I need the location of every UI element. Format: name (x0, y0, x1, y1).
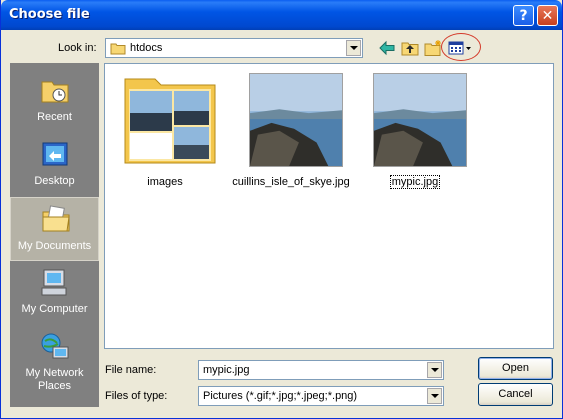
dialog-title: Choose file (9, 7, 90, 22)
files-of-type-label: Files of type: (105, 390, 168, 402)
highlight-circle (441, 33, 481, 61)
choose-file-dialog: Choose file ? ✕ Look in: htdocs Recent D… (0, 0, 563, 419)
look-in-value: htdocs (130, 42, 163, 54)
up-one-level-icon[interactable] (401, 39, 419, 57)
file-list-view[interactable]: images cuillins_isle_of_skye.jpg mypic.j… (104, 63, 554, 349)
title-bar[interactable]: Choose file ? ✕ (1, 0, 562, 30)
cancel-button[interactable]: Cancel (478, 383, 553, 406)
file-name-label: File name: (105, 364, 157, 376)
place-recent[interactable]: Recent (10, 69, 99, 133)
file-name-dropdown-arrow[interactable] (427, 362, 442, 378)
place-desktop[interactable]: Desktop (10, 133, 99, 197)
open-button[interactable]: Open (478, 357, 553, 380)
network-places-icon (41, 333, 69, 359)
files-of-type-value: Pictures (*.gif;*.jpg;*.jpeg;*.png) (203, 390, 358, 402)
files-of-type-select[interactable]: Pictures (*.gif;*.jpg;*.jpeg;*.png) (198, 386, 444, 406)
files-of-type-dropdown-arrow[interactable] (427, 388, 442, 404)
file-name-input[interactable]: mypic.jpg (198, 360, 444, 380)
look-in-label: Look in: (58, 42, 97, 54)
file-name-label: images (147, 176, 183, 188)
my-documents-icon (42, 205, 70, 232)
place-my-documents[interactable]: My Documents (10, 197, 99, 261)
recent-documents-icon (41, 81, 69, 103)
image-thumbnail (373, 73, 467, 167)
place-label: My Network Places (25, 367, 84, 392)
desktop-icon (42, 142, 68, 166)
place-label: My Documents (17, 240, 92, 252)
file-name-value: mypic.jpg (203, 364, 250, 376)
look-in-dropdown-arrow[interactable] (346, 40, 361, 56)
file-name-label: mypic.jpg (389, 175, 441, 189)
new-folder-icon[interactable] (424, 39, 442, 57)
back-arrow-icon[interactable] (378, 39, 396, 57)
place-label: Desktop (34, 175, 75, 187)
place-network[interactable]: My Network Places (10, 325, 99, 397)
folder-thumbnail-icon (124, 78, 216, 164)
place-my-computer[interactable]: My Computer (10, 261, 99, 325)
places-bar: Recent Desktop My Documents My Computer … (10, 63, 99, 407)
place-label: My Computer (21, 303, 88, 315)
folder-icon (110, 43, 126, 55)
help-button[interactable]: ? (513, 5, 534, 26)
image-thumbnail (249, 73, 343, 167)
look-in-combo[interactable]: htdocs (105, 38, 363, 58)
file-name-label: cuillins_isle_of_skye.jpg (232, 176, 350, 188)
my-computer-icon (41, 269, 67, 296)
close-button[interactable]: ✕ (537, 5, 558, 26)
place-label: Recent (37, 111, 72, 123)
